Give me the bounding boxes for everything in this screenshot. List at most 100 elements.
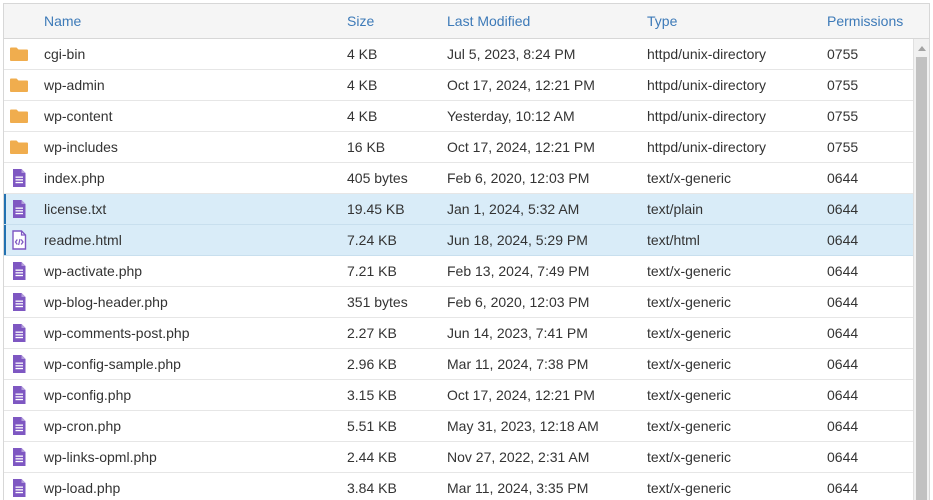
file-row[interactable]: license.txt 19.45 KB Jan 1, 2024, 5:32 AM t… — [4, 194, 913, 225]
folder-icon — [9, 75, 29, 95]
file-text-icon — [9, 385, 29, 405]
file-text-icon — [9, 292, 29, 312]
file-text-icon — [9, 478, 29, 498]
file-permissions: 0644 — [827, 263, 859, 279]
file-text-icon — [9, 168, 29, 188]
file-name: wp-activate.php — [44, 263, 143, 279]
file-type: httpd/unix-directory — [647, 139, 767, 155]
file-name: wp-links-opml.php — [44, 449, 157, 465]
file-row[interactable]: wp-admin 4 KB Oct 17, 2024, 12:21 PM httpd/… — [4, 70, 913, 101]
folder-icon — [9, 137, 29, 157]
scrollbar-thumb[interactable] — [916, 57, 927, 500]
file-permissions: 0755 — [827, 108, 859, 124]
file-name: index.php — [44, 170, 105, 186]
file-last-modified: Oct 17, 2024, 12:21 PM — [447, 139, 595, 155]
file-type: text/x-generic — [647, 170, 732, 186]
file-permissions: 0755 — [827, 77, 859, 93]
file-permissions: 0755 — [827, 139, 859, 155]
file-type: text/x-generic — [647, 356, 732, 372]
file-type: text/x-generic — [647, 418, 732, 434]
file-text-icon — [9, 323, 29, 343]
file-code-icon — [9, 230, 29, 250]
file-name: wp-includes — [44, 139, 118, 155]
file-name: license.txt — [44, 201, 107, 217]
file-size: 16 KB — [347, 139, 386, 155]
file-permissions: 0644 — [827, 325, 859, 341]
file-type: text/x-generic — [647, 387, 732, 403]
column-header-permissions[interactable]: Permissions — [827, 4, 903, 38]
file-type: text/x-generic — [647, 480, 732, 496]
file-last-modified: Oct 17, 2024, 12:21 PM — [447, 77, 595, 93]
file-row[interactable]: wp-config-sample.php 2.96 KB Mar 11, 2024,… — [4, 349, 913, 380]
file-last-modified: Feb 6, 2020, 12:03 PM — [447, 170, 590, 186]
file-type: httpd/unix-directory — [647, 77, 767, 93]
file-size: 2.27 KB — [347, 325, 397, 341]
file-permissions: 0644 — [827, 170, 859, 186]
file-type: text/html — [647, 232, 700, 248]
column-header-size[interactable]: Size — [347, 4, 374, 38]
file-size: 3.15 KB — [347, 387, 397, 403]
file-type: text/plain — [647, 201, 704, 217]
file-size: 19.45 KB — [347, 201, 405, 217]
file-name: wp-admin — [44, 77, 105, 93]
file-name: cgi-bin — [44, 46, 86, 62]
file-row[interactable]: index.php 405 bytes Feb 6, 2020, 12:03 PM t… — [4, 163, 913, 194]
folder-icon — [9, 44, 29, 64]
file-permissions: 0755 — [827, 46, 859, 62]
file-type: text/x-generic — [647, 294, 732, 310]
file-last-modified: Feb 13, 2024, 7:49 PM — [447, 263, 590, 279]
file-type: httpd/unix-directory — [647, 46, 767, 62]
scroll-up-arrow-icon[interactable] — [918, 46, 926, 51]
file-row[interactable]: wp-links-opml.php 2.44 KB Nov 27, 2022, 2:… — [4, 442, 913, 473]
file-name: wp-load.php — [44, 480, 121, 496]
column-header-type[interactable]: Type — [647, 4, 677, 38]
file-row[interactable]: wp-load.php 3.84 KB Mar 11, 2024, 3:35 PM t… — [4, 473, 913, 500]
file-last-modified: May 31, 2023, 12:18 AM — [447, 418, 599, 434]
file-text-icon — [9, 261, 29, 281]
file-size: 2.96 KB — [347, 356, 397, 372]
file-last-modified: Yesterday, 10:12 AM — [447, 108, 575, 124]
vertical-scrollbar[interactable] — [913, 39, 929, 500]
file-name: wp-comments-post.php — [44, 325, 190, 341]
file-row[interactable]: wp-cron.php 5.51 KB May 31, 2023, 12:18 AM… — [4, 411, 913, 442]
file-row[interactable]: wp-activate.php 7.21 KB Feb 13, 2024, 7:49… — [4, 256, 913, 287]
file-text-icon — [9, 354, 29, 374]
file-last-modified: Nov 27, 2022, 2:31 AM — [447, 449, 590, 465]
file-permissions: 0644 — [827, 294, 859, 310]
file-row[interactable]: cgi-bin 4 KB Jul 5, 2023, 8:24 PM httpd/uni… — [4, 39, 913, 70]
file-name: wp-blog-header.php — [44, 294, 168, 310]
file-size: 7.21 KB — [347, 263, 397, 279]
file-row[interactable]: wp-content 4 KB Yesterday, 10:12 AM httpd/u… — [4, 101, 913, 132]
file-type: httpd/unix-directory — [647, 108, 767, 124]
column-header-last-modified[interactable]: Last Modified — [447, 4, 530, 38]
file-size: 2.44 KB — [347, 449, 397, 465]
file-last-modified: Jul 5, 2023, 8:24 PM — [447, 46, 576, 62]
file-permissions: 0644 — [827, 201, 859, 217]
file-type: text/x-generic — [647, 263, 732, 279]
file-type: text/x-generic — [647, 449, 732, 465]
file-row[interactable]: readme.html 7.24 KB Jun 18, 2024, 5:29 PM t… — [4, 225, 913, 256]
file-row[interactable]: wp-blog-header.php 351 bytes Feb 6, 2020, … — [4, 287, 913, 318]
file-type: text/x-generic — [647, 325, 732, 341]
file-text-icon — [9, 199, 29, 219]
file-last-modified: Mar 11, 2024, 3:35 PM — [447, 480, 589, 496]
file-list: cgi-bin 4 KB Jul 5, 2023, 8:24 PM httpd/uni… — [4, 39, 913, 500]
column-header-name[interactable]: Name — [44, 4, 81, 38]
file-size: 7.24 KB — [347, 232, 397, 248]
file-size: 351 bytes — [347, 294, 408, 310]
file-manager-table: Name Size Last Modified Type Permissions… — [3, 3, 930, 500]
file-text-icon — [9, 447, 29, 467]
file-row[interactable]: wp-config.php 3.15 KB Oct 17, 2024, 12:21 … — [4, 380, 913, 411]
file-row[interactable]: wp-includes 16 KB Oct 17, 2024, 12:21 PM ht… — [4, 132, 913, 163]
file-row[interactable]: wp-comments-post.php 2.27 KB Jun 14, 2023,… — [4, 318, 913, 349]
file-last-modified: Jan 1, 2024, 5:32 AM — [447, 201, 580, 217]
file-permissions: 0644 — [827, 356, 859, 372]
file-name: wp-config.php — [44, 387, 132, 403]
file-name: wp-cron.php — [44, 418, 122, 434]
folder-icon — [9, 106, 29, 126]
file-last-modified: Mar 11, 2024, 7:38 PM — [447, 356, 589, 372]
file-name: wp-content — [44, 108, 113, 124]
file-permissions: 0644 — [827, 449, 859, 465]
file-permissions: 0644 — [827, 480, 859, 496]
file-name: readme.html — [44, 232, 122, 248]
